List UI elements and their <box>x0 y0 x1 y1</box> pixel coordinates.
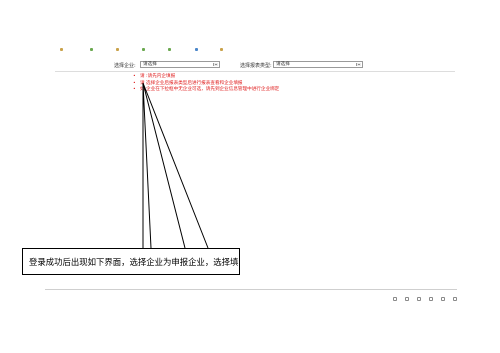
callout-text: 登录成功后出现如下界面，选择企业为申报企业，选择填 <box>29 257 239 267</box>
status-icon[interactable] <box>416 297 421 301</box>
status-icons <box>390 286 457 301</box>
status-icon[interactable] <box>440 297 445 301</box>
instruction-callout: 登录成功后出现如下界面，选择企业为申报企业，选择填 <box>22 248 240 275</box>
status-icon[interactable] <box>404 297 409 301</box>
status-icon[interactable] <box>428 297 433 301</box>
status-icon[interactable] <box>392 297 397 301</box>
pointer-line-right <box>142 82 209 249</box>
status-icon[interactable] <box>453 297 457 301</box>
